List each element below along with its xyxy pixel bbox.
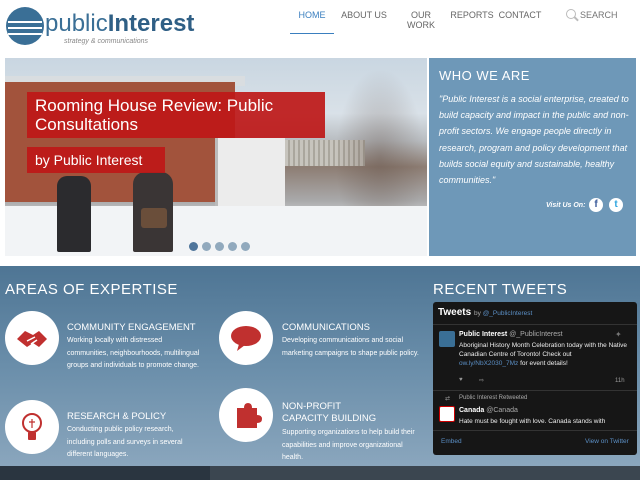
nav-contact[interactable]: CONTACT (498, 0, 542, 34)
recent-tweets-title: RECENT TWEETS (433, 281, 568, 298)
tweet-link[interactable]: ow.ly/NbX2030_7Mz (459, 360, 518, 367)
facebook-icon[interactable]: f (589, 198, 603, 212)
handshake-icon (5, 311, 59, 365)
expertise-title[interactable]: COMMUNITY ENGAGEMENT (67, 322, 196, 334)
site-header: publicInterest strategy & communications… (0, 0, 640, 58)
expertise-text: Supporting organizations to help build t… (282, 429, 415, 461)
slider-dots (189, 242, 254, 251)
nav-our-work[interactable]: OUR WORK (396, 0, 446, 34)
hero-image-porch (215, 138, 285, 210)
twitter-widget-by: by @_PublicInterest (474, 310, 532, 317)
divider (433, 390, 637, 391)
tweet-text: Hate must be fought with love. Canada st… (459, 418, 606, 425)
hero-image-person (57, 176, 91, 252)
puzzle-icon (219, 388, 273, 442)
areas-of-expertise-title: AREAS OF EXPERTISE (5, 281, 178, 298)
logo-tagline: strategy & communications (64, 38, 149, 45)
expertise-title-line1: NON-PROFIT (282, 401, 342, 412)
who-we-are-panel: WHO WE ARE "Public Interest is a social … (429, 58, 636, 256)
logo[interactable]: publicInterest strategy & communications (6, 7, 194, 47)
hero-subtitle: by Public Interest (27, 147, 165, 173)
expertise-title-line2: CAPACITY BUILDING (282, 413, 377, 424)
tweet-time: 11h (615, 378, 625, 384)
tweet-author-handle: @_PublicInterest (509, 331, 563, 338)
twitter-by-handle[interactable]: @_PublicInterest (483, 310, 533, 317)
tweet-author-name: Public Interest (459, 331, 508, 338)
search-icon[interactable] (566, 9, 576, 19)
tweet-author-name: Canada (459, 407, 485, 414)
tweet-text-body: Aboriginal History Month Celebration tod… (459, 342, 628, 358)
logo-name-light: public (45, 10, 108, 37)
logo-name-bold: Interest (107, 10, 195, 37)
twitter-widget: Tweets by @_PublicInterest Public Intere… (433, 302, 637, 455)
retweet-label: Public Interest Retweeted (459, 395, 528, 401)
search-box[interactable] (566, 9, 636, 23)
lower-section: AREAS OF EXPERTISE COMMUNITY ENGAGEMENT … (0, 266, 640, 466)
tweet-author[interactable]: Public Interest @_PublicInterest (459, 331, 563, 338)
avatar[interactable] (439, 406, 455, 422)
footer-band (0, 466, 640, 480)
slider-dot[interactable] (215, 242, 224, 251)
visit-us-label: Visit Us On: (546, 202, 586, 209)
tweet-author-handle: @Canada (486, 407, 518, 414)
divider (433, 430, 637, 431)
divider (433, 324, 637, 325)
slider-dot[interactable] (202, 242, 211, 251)
tweet-text-after: for event details! (520, 360, 568, 367)
search-input[interactable] (580, 9, 634, 21)
expertise-text: Developing communications and social mar… (282, 337, 419, 357)
tweet-text: Aboriginal History Month Celebration tod… (459, 341, 629, 368)
hero-title[interactable]: Rooming House Review: Public Consultatio… (27, 92, 325, 138)
slider-dot[interactable] (241, 242, 250, 251)
twitter-icon[interactable]: t (609, 198, 623, 212)
expertise-title[interactable]: COMMUNICATIONS (282, 322, 370, 334)
who-we-are-text: "Public Interest is a social enterprise,… (439, 94, 629, 186)
twitter-widget-title: Tweets (438, 307, 472, 318)
twitter-by-label: by (474, 310, 481, 317)
expertise-text: Working locally with distressed communit… (67, 337, 200, 369)
expertise-text: Conducting public policy research, inclu… (67, 426, 183, 458)
main-nav: HOME ABOUT US OUR WORK REPORTS CONTACT (290, 0, 542, 34)
expertise-title[interactable]: RESEARCH & POLICY (67, 411, 166, 423)
slider-dot[interactable] (228, 242, 237, 251)
view-on-twitter-link[interactable]: View on Twitter (585, 438, 629, 445)
retweet-icon: ⇄ (445, 396, 451, 402)
share-icon[interactable]: ⇨ (479, 377, 484, 384)
speech-bubble-icon (219, 311, 273, 365)
slider-dot[interactable] (189, 242, 198, 251)
footer-band-right (210, 466, 640, 480)
hero-image-bag (141, 208, 167, 228)
avatar[interactable] (439, 331, 455, 347)
twitter-bird-icon[interactable]: ✦ (615, 330, 622, 339)
logo-mark-icon (6, 7, 44, 45)
nav-about-us[interactable]: ABOUT US (340, 0, 388, 34)
nav-home[interactable]: HOME (290, 0, 334, 34)
expertise-title[interactable]: NON-PROFIT CAPACITY BUILDING (282, 401, 376, 425)
nav-reports[interactable]: REPORTS (450, 0, 494, 34)
who-we-are-title: WHO WE ARE (439, 68, 530, 83)
hero-slider[interactable]: Rooming House Review: Public Consultatio… (5, 58, 427, 256)
embed-link[interactable]: Embed (441, 438, 462, 445)
like-icon[interactable]: ♥ (459, 377, 463, 383)
lightbulb-icon (5, 400, 59, 454)
logo-wordmark: publicInterest (45, 11, 194, 37)
tweet-author[interactable]: Canada @Canada (459, 407, 518, 414)
